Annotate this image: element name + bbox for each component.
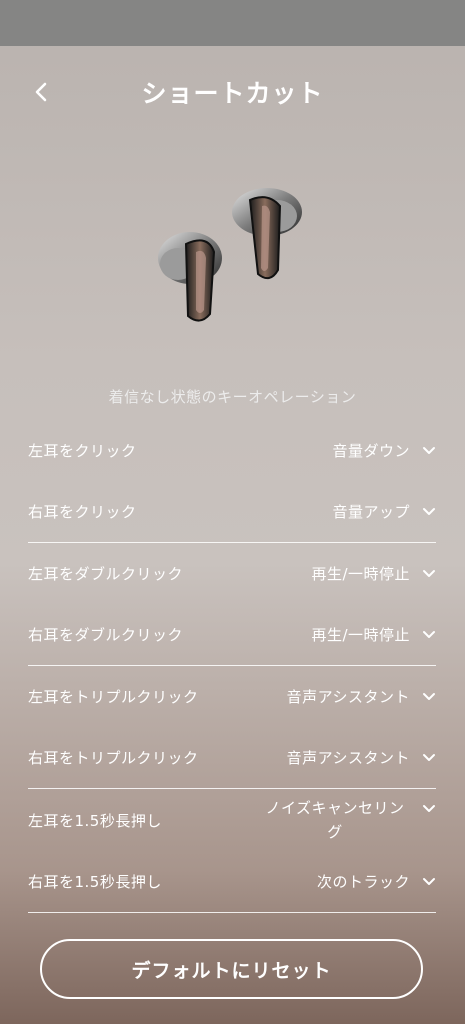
shortcut-row[interactable]: 右耳をダブルクリック 再生/一時停止: [28, 604, 436, 665]
shortcut-label: 左耳をダブルクリック: [28, 565, 184, 583]
chevron-down-icon: [414, 501, 436, 523]
shortcut-value: ノイズキャンセリング: [265, 799, 405, 841]
chevron-down-icon: [414, 686, 436, 708]
earbuds-image: [150, 178, 310, 328]
shortcut-dropdown[interactable]: ノイズキャンセリング: [260, 796, 436, 844]
shortcut-list: 左耳をクリック 音量ダウン 右耳をクリック 音量アップ 左耳をダブルクリック 再…: [28, 420, 436, 913]
shortcut-dropdown[interactable]: 再生/一時停止: [311, 562, 436, 586]
shortcut-row[interactable]: 左耳をクリック 音量ダウン: [28, 420, 436, 481]
shortcut-label: 右耳をクリック: [28, 503, 137, 521]
chevron-down-icon: [414, 747, 436, 769]
shortcut-dropdown[interactable]: 音量アップ: [332, 500, 436, 524]
shortcut-dropdown[interactable]: 音声アシスタント: [287, 746, 436, 770]
chevron-down-icon: [414, 563, 436, 585]
shortcut-value: 音量アップ: [332, 502, 410, 521]
shortcut-label: 右耳を1.5秒長押し: [28, 873, 162, 891]
divider: [28, 912, 436, 913]
shortcut-row[interactable]: 左耳を1.5秒長押し ノイズキャンセリング: [28, 789, 436, 851]
shortcut-row[interactable]: 左耳をトリプルクリック 音声アシスタント: [28, 666, 436, 727]
status-bar: [0, 0, 465, 46]
shortcut-row[interactable]: 左耳をダブルクリック 再生/一時停止: [28, 543, 436, 604]
header: ショートカット: [0, 60, 465, 124]
shortcut-label: 左耳をトリプルクリック: [28, 688, 199, 706]
chevron-down-icon: [414, 798, 436, 820]
section-title: 着信なし状態のキーオペレーション: [108, 388, 357, 406]
shortcut-value: 再生/一時停止: [311, 625, 410, 644]
reset-default-button[interactable]: デフォルトにリセット: [40, 939, 423, 999]
shortcut-row[interactable]: 右耳をトリプルクリック 音声アシスタント: [28, 727, 436, 788]
shortcut-dropdown[interactable]: 再生/一時停止: [311, 623, 436, 647]
shortcut-label: 左耳を1.5秒長押し: [28, 811, 162, 830]
shortcut-dropdown[interactable]: 音声アシスタント: [287, 685, 436, 709]
shortcut-label: 右耳をダブルクリック: [28, 626, 184, 644]
shortcut-label: 右耳をトリプルクリック: [28, 749, 199, 767]
shortcut-value: 音量ダウン: [332, 441, 410, 460]
shortcut-value: 再生/一時停止: [311, 564, 410, 583]
shortcut-value: 音声アシスタント: [286, 748, 410, 767]
shortcut-dropdown[interactable]: 音量ダウン: [332, 439, 436, 463]
chevron-down-icon: [414, 871, 436, 893]
shortcut-row[interactable]: 右耳を1.5秒長押し 次のトラック: [28, 851, 436, 912]
page-title: ショートカット: [141, 79, 324, 108]
shortcut-row[interactable]: 右耳をクリック 音量アップ: [28, 481, 436, 542]
chevron-down-icon: [414, 440, 436, 462]
shortcut-label: 左耳をクリック: [28, 442, 137, 460]
chevron-down-icon: [414, 624, 436, 646]
shortcut-dropdown[interactable]: 次のトラック: [317, 870, 436, 894]
shortcut-value: 次のトラック: [316, 872, 410, 891]
shortcut-value: 音声アシスタント: [286, 687, 410, 706]
